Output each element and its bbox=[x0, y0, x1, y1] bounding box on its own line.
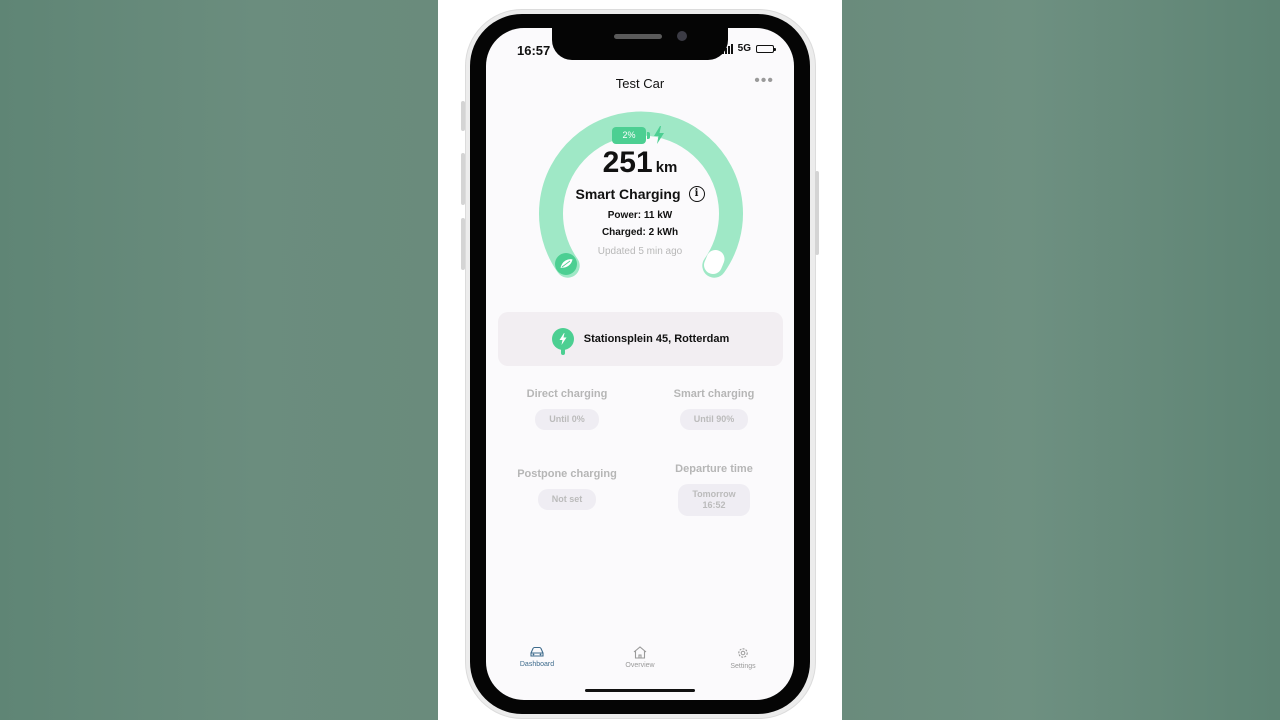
departure-time-label: Departure time bbox=[675, 463, 753, 475]
smart-charging-option[interactable]: Smart charging Until 90% bbox=[644, 388, 784, 430]
postpone-charging-label: Postpone charging bbox=[517, 468, 617, 480]
departure-time-value[interactable]: Tomorrow 16:52 bbox=[678, 484, 750, 516]
notch bbox=[552, 28, 728, 60]
volume-up-button bbox=[461, 153, 465, 205]
status-time: 16:57 bbox=[517, 43, 551, 58]
smart-charging-label: Smart charging bbox=[673, 388, 755, 400]
network-label: 5G bbox=[737, 43, 751, 54]
direct-charging-value[interactable]: Until 0% bbox=[535, 409, 599, 430]
gear-icon bbox=[738, 648, 748, 658]
charging-location-card[interactable]: Stationsplein 45, Rotterdam bbox=[498, 312, 783, 366]
status-indicators: 5G bbox=[721, 43, 776, 54]
tab-dashboard-label: Dashboard bbox=[519, 661, 555, 668]
postpone-charging-value[interactable]: Not set bbox=[537, 489, 597, 510]
departure-time-option[interactable]: Departure time Tomorrow 16:52 bbox=[644, 463, 784, 516]
postpone-charging-option[interactable]: Postpone charging Not set bbox=[497, 468, 637, 510]
tab-settings[interactable]: Settings bbox=[703, 646, 783, 670]
departure-day: Tomorrow bbox=[692, 489, 736, 499]
tab-dashboard[interactable]: Dashboard bbox=[497, 646, 577, 668]
power-readout: Power: 11 kW bbox=[607, 210, 673, 221]
last-updated: Updated 5 min ago bbox=[597, 246, 683, 257]
tab-settings-label: Settings bbox=[730, 663, 756, 670]
charging-pin-icon bbox=[551, 328, 574, 355]
direct-charging-label: Direct charging bbox=[526, 388, 608, 400]
range-value: 251 bbox=[602, 146, 653, 179]
battery-percent-badge: 2% bbox=[612, 127, 650, 144]
info-icon[interactable]: i bbox=[688, 186, 705, 202]
app-screen: 16:57 5G Test Car ••• 2% 251 km Smart Cha… bbox=[486, 28, 794, 700]
gauge-track-highlight bbox=[704, 250, 725, 274]
tab-overview[interactable]: Overview bbox=[600, 646, 680, 669]
range-display: 251 km bbox=[486, 146, 794, 180]
mute-switch bbox=[461, 101, 465, 131]
battery-status-icon bbox=[756, 44, 776, 53]
volume-down-button bbox=[461, 218, 465, 270]
power-button bbox=[815, 171, 819, 255]
location-address: Stationsplein 45, Rotterdam bbox=[583, 333, 730, 345]
tab-bar: Dashboard Overview Settings bbox=[486, 646, 794, 686]
charged-readout: Charged: 2 kWh bbox=[601, 227, 679, 238]
tab-overview-label: Overview bbox=[625, 662, 655, 669]
smart-charging-value[interactable]: Until 90% bbox=[679, 409, 749, 430]
lightning-bolt-icon bbox=[654, 126, 664, 144]
charging-mode: Smart Charging i bbox=[486, 186, 794, 202]
direct-charging-option[interactable]: Direct charging Until 0% bbox=[497, 388, 637, 430]
home-indicator[interactable] bbox=[585, 689, 695, 692]
car-icon bbox=[530, 646, 544, 657]
range-unit: km bbox=[655, 159, 678, 176]
home-icon bbox=[633, 646, 647, 659]
more-horizontal-icon[interactable]: ••• bbox=[754, 73, 774, 89]
departure-clock: 16:52 bbox=[702, 500, 726, 510]
page-title: Test Car bbox=[615, 76, 665, 91]
charging-mode-label: Smart Charging bbox=[575, 186, 681, 202]
